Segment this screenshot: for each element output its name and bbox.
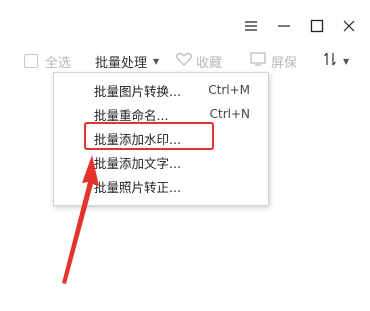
- menu-item-label: 批量照片转正...: [94, 179, 181, 195]
- minimize-icon[interactable]: [269, 12, 299, 40]
- menu-item-batch-add-text[interactable]: 批量添加文字...: [54, 151, 268, 173]
- close-icon[interactable]: [334, 12, 364, 40]
- app-window: 全选 批量处理 ▼ 收藏 屏保 ▼ 批量图片转换... Ctrl+M 批量重命名…: [0, 0, 370, 311]
- menu-item-label: 批量重命名...: [94, 107, 169, 123]
- favorite-label: 收藏: [196, 55, 223, 71]
- monitor-icon: [250, 52, 266, 70]
- sort-button[interactable]: ▼: [323, 42, 349, 80]
- sort-icon: [323, 51, 337, 71]
- batch-process-label: 批量处理: [95, 55, 148, 71]
- hamburger-icon[interactable]: [236, 12, 266, 40]
- menu-item-label: 批量添加文字...: [94, 155, 181, 171]
- menu-item-batch-convert[interactable]: 批量图片转换... Ctrl+M: [54, 79, 268, 101]
- screensaver-label: 屏保: [271, 55, 298, 71]
- menu-item-shortcut: Ctrl+N: [209, 107, 250, 121]
- chevron-down-icon: ▼: [343, 56, 350, 66]
- maximize-icon[interactable]: [302, 12, 332, 40]
- heart-icon: [176, 52, 192, 70]
- chevron-down-icon: ▼: [153, 56, 160, 66]
- select-all-label: 全选: [45, 55, 72, 71]
- title-bar: [0, 0, 370, 42]
- highlight-box: [84, 122, 214, 150]
- menu-item-shortcut: Ctrl+M: [208, 83, 250, 97]
- checkbox-icon: [24, 54, 38, 68]
- menu-item-batch-rotate[interactable]: 批量照片转正...: [54, 175, 268, 197]
- menu-item-label: 批量图片转换...: [94, 83, 181, 99]
